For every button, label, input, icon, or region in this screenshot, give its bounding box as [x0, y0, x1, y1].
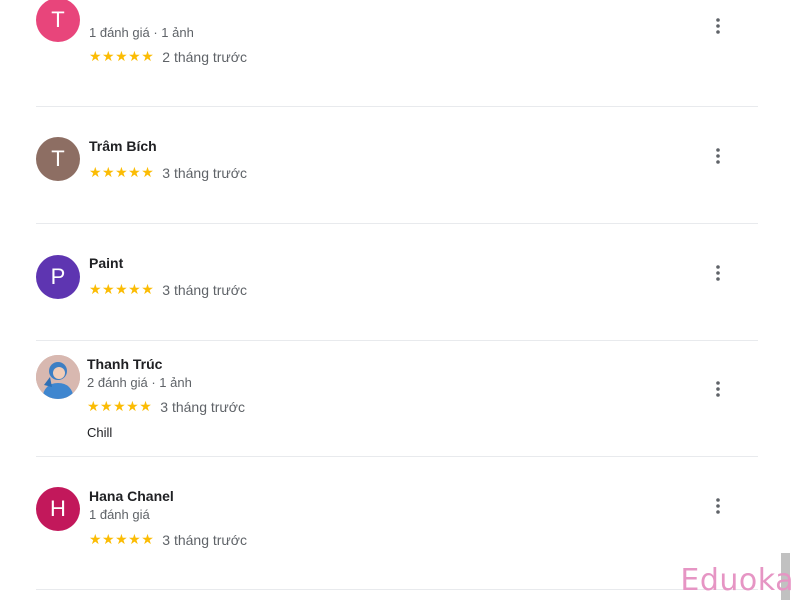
avatar-initial: P: [50, 264, 66, 289]
review-time: 3 tháng trước: [160, 398, 245, 415]
review-time: 3 tháng trước: [162, 281, 247, 298]
avatar[interactable]: P: [36, 255, 80, 299]
avatar[interactable]: T: [36, 0, 80, 42]
review-item: T Trâm Bích ★★★★★ 3 tháng trước: [36, 106, 758, 224]
avatar-initial: T: [51, 146, 65, 171]
avatar[interactable]: H: [36, 487, 80, 531]
more-vert-icon: [716, 381, 720, 397]
reviewer-name[interactable]: Thanh Trúc: [87, 356, 162, 372]
more-options-button[interactable]: [708, 14, 728, 38]
review-item: P Paint ★★★★★ 3 tháng trước: [36, 223, 758, 341]
star-rating: ★★★★★: [89, 281, 155, 297]
reviewer-meta[interactable]: 1 đánh giá: [89, 507, 150, 522]
watermark-logo: Eduoka: [680, 563, 794, 598]
more-vert-icon: [716, 265, 720, 281]
star-rating: ★★★★★: [89, 531, 155, 547]
avatar-photo-image: [36, 355, 80, 399]
review-time: 3 tháng trước: [162, 531, 247, 548]
review-item: H Hana Chanel 1 đánh giá ★★★★★ 3 tháng t…: [36, 456, 758, 590]
reviewer-name[interactable]: Hana Chanel: [89, 488, 174, 504]
reviewer-name[interactable]: Trâm Bích: [89, 138, 157, 154]
more-vert-icon: [716, 498, 720, 514]
review-time: 3 tháng trước: [162, 164, 247, 181]
avatar-photo[interactable]: [36, 355, 80, 399]
review-time: 2 tháng trước: [162, 48, 247, 65]
avatar[interactable]: T: [36, 137, 80, 181]
more-vert-icon: [716, 148, 720, 164]
rating-row: ★★★★★ 3 tháng trước: [89, 164, 247, 181]
more-options-button[interactable]: [708, 377, 728, 401]
avatar-initial: H: [50, 496, 66, 521]
star-rating: ★★★★★: [89, 164, 155, 180]
more-options-button[interactable]: [708, 144, 728, 168]
more-options-button[interactable]: [708, 494, 728, 518]
review-item: Thanh Trúc 2 đánh giá · 1 ảnh ★★★★★ 3 th…: [36, 340, 758, 457]
avatar-initial: T: [51, 7, 65, 32]
rating-row: ★★★★★ 2 tháng trước: [89, 48, 247, 65]
more-vert-icon: [716, 18, 720, 34]
more-options-button[interactable]: [708, 261, 728, 285]
reviewer-meta[interactable]: 2 đánh giá · 1 ảnh: [87, 375, 192, 390]
star-rating: ★★★★★: [87, 398, 153, 414]
review-text: Chill: [87, 425, 113, 440]
review-item: T 1 đánh giá · 1 ảnh ★★★★★ 2 tháng trước: [36, 0, 758, 107]
rating-row: ★★★★★ 3 tháng trước: [87, 398, 245, 415]
reviewer-meta: 1 đánh giá · 1 ảnh: [89, 25, 194, 40]
star-rating: ★★★★★: [89, 48, 155, 64]
reviewer-name[interactable]: Paint: [89, 255, 123, 271]
rating-row: ★★★★★ 3 tháng trước: [89, 281, 247, 298]
rating-row: ★★★★★ 3 tháng trước: [89, 531, 247, 548]
